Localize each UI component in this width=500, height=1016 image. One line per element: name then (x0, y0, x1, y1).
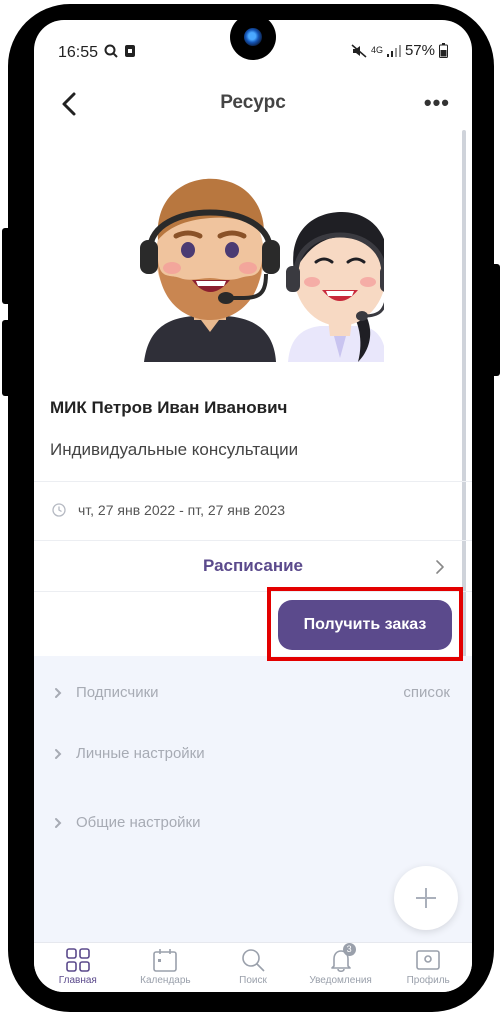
notification-status-icon (125, 45, 135, 57)
network-type: 4G (370, 45, 383, 55)
tab-home[interactable]: Главная (34, 943, 122, 992)
tab-label: Главная (58, 975, 97, 986)
subscribers-list-link[interactable]: список (403, 684, 450, 701)
volume-button-2 (2, 320, 12, 396)
add-button[interactable] (394, 866, 458, 930)
battery-icon (439, 43, 448, 58)
clock-icon (52, 503, 66, 517)
settings-item-subscribers[interactable]: Подписчики (54, 684, 159, 701)
chevron-right-icon (55, 817, 62, 828)
chevron-right-icon (55, 748, 62, 759)
resource-period: чт, 27 янв 2022 - пт, 27 янв 2023 (52, 502, 285, 518)
settings-item-personal[interactable]: Личные настройки (54, 745, 205, 762)
tab-calendar[interactable]: Календарь (122, 943, 210, 992)
status-time: 16:55 (58, 44, 99, 61)
divider (34, 481, 472, 482)
grid-icon (65, 948, 90, 972)
resource-description: Индивидуальные консультации (50, 440, 299, 459)
battery-percent: 57% (404, 42, 435, 59)
support-illustration (140, 178, 384, 362)
phone-frame: 16:55 4G 57% Ресурс ••• МИК Петров Иван … (0, 0, 500, 1016)
schedule-label: Расписание (202, 556, 304, 575)
tab-label: Профиль (406, 975, 450, 986)
settings-item-label: Общие настройки (76, 814, 201, 831)
search-status-icon (104, 44, 118, 58)
page-title: Ресурс (220, 92, 286, 113)
mute-icon (351, 43, 367, 58)
signal-icon (386, 44, 401, 57)
tab-profile[interactable]: Профиль (384, 943, 472, 992)
power-button (490, 264, 500, 376)
tab-label: Поиск (239, 975, 267, 986)
front-camera (230, 14, 276, 60)
man-avatar (140, 178, 280, 362)
screen: 16:55 4G 57% Ресурс ••• МИК Петров Иван … (34, 20, 472, 992)
resource-name: МИК Петров Иван Иванович (50, 398, 288, 417)
tab-label: Уведомления (309, 975, 372, 986)
volume-button (2, 228, 12, 304)
settings-item-label: Личные настройки (76, 745, 205, 762)
profile-icon (416, 950, 440, 970)
search-icon (242, 949, 265, 972)
more-dots-icon[interactable]: ••• (424, 90, 450, 116)
bottom-tab-bar: Главная Календарь Поиск 3 Уведомления Пр… (34, 942, 472, 992)
chevron-right-icon (436, 560, 444, 574)
calendar-icon (153, 949, 178, 972)
schedule-link[interactable]: Расписание (34, 550, 472, 590)
tab-search[interactable]: Поиск (209, 943, 297, 992)
tab-label: Календарь (140, 975, 191, 986)
chevron-right-icon (55, 687, 62, 698)
highlight-box (267, 587, 463, 661)
period-text: чт, 27 янв 2022 - пт, 27 янв 2023 (78, 502, 286, 518)
settings-item-general[interactable]: Общие настройки (54, 814, 201, 831)
woman-avatar (286, 212, 384, 362)
divider (34, 540, 472, 541)
plus-icon (416, 888, 436, 908)
settings-item-label: Подписчики (76, 684, 159, 701)
tab-notifications[interactable]: 3 Уведомления (297, 943, 385, 992)
app-header: Ресурс ••• (34, 82, 472, 128)
notification-badge: 3 (342, 943, 356, 956)
